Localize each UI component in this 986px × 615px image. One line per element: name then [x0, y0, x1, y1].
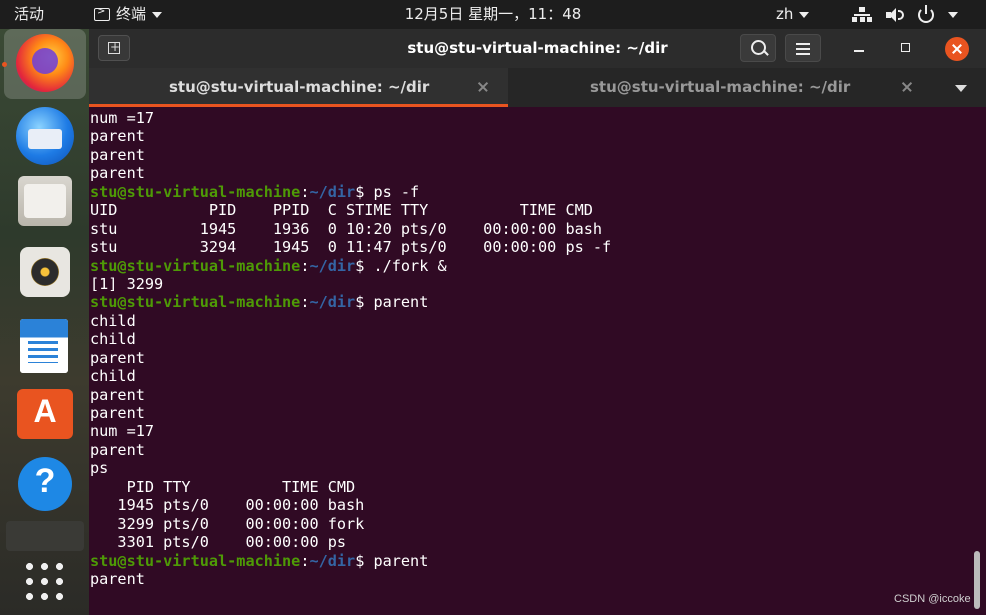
- close-button[interactable]: [945, 37, 969, 61]
- top-bar: 活动 终端 12月5日 星期一，11：48 zh: [0, 0, 986, 29]
- running-indicator: [2, 62, 7, 67]
- output-line: num =17: [90, 109, 155, 127]
- prompt-line: stu@stu-virtual-machine:~/dir$ ./fork &: [90, 257, 611, 275]
- watermark: CSDN @iccoke: [894, 593, 971, 605]
- power-icon: [918, 4, 934, 23]
- close-tab-icon[interactable]: [477, 81, 489, 93]
- drive-icon[interactable]: [6, 521, 84, 551]
- output-line: PID TTY TIME CMD: [90, 477, 356, 496]
- output-line: child: [90, 311, 136, 330]
- minimize-button[interactable]: [854, 41, 864, 53]
- ubuntu-software-icon[interactable]: [17, 389, 73, 439]
- input-method-label: zh: [776, 5, 794, 23]
- chevron-down-icon: [799, 11, 810, 18]
- chevron-down-icon: [948, 11, 958, 18]
- prompt-line: stu@stu-virtual-machine:~/dir$ ps -f: [90, 183, 611, 201]
- libreoffice-writer-icon[interactable]: [20, 319, 68, 373]
- search-button[interactable]: [740, 34, 776, 62]
- app-menu[interactable]: 终端: [94, 0, 163, 29]
- files-icon[interactable]: [18, 176, 72, 226]
- new-tab-button[interactable]: [98, 35, 130, 61]
- prompt-user: stu@stu-virtual-machine: [90, 256, 301, 275]
- rhythmbox-icon[interactable]: [20, 247, 70, 297]
- output-line: stu 3294 1945 0 11:47 pts/0 00:00:00 ps …: [90, 238, 612, 257]
- output-line: parent: [90, 127, 145, 146]
- tab-1[interactable]: stu@stu-virtual-machine: ~/dir: [89, 68, 508, 107]
- window-headerbar: stu@stu-virtual-machine: ~/dir: [89, 29, 986, 68]
- terminal-output: num =17 parent parent parent stu@stu-virtual…: [90, 109, 611, 588]
- command-text: $ parent: [355, 551, 429, 570]
- prompt-user: stu@stu-virtual-machine: [90, 551, 301, 570]
- maximize-button[interactable]: [901, 43, 910, 52]
- prompt-path: ~/dir: [309, 293, 356, 312]
- prompt-path: ~/dir: [309, 551, 356, 570]
- app-menu-label: 终端: [116, 5, 147, 23]
- tab-label: stu@stu-virtual-machine: ~/dir: [590, 78, 851, 96]
- output-line: 1945 pts/0 00:00:00 bash: [90, 496, 365, 515]
- output-line: parent: [90, 164, 145, 183]
- tab-list-menu-icon[interactable]: [955, 85, 967, 92]
- output-line: parent: [90, 145, 145, 164]
- output-line: parent: [90, 440, 145, 459]
- network-icon: [852, 6, 872, 23]
- output-line: [1] 3299: [90, 274, 164, 293]
- dock: [0, 29, 89, 615]
- show-applications-icon[interactable]: [22, 559, 66, 603]
- tab-2[interactable]: stu@stu-virtual-machine: ~/dir: [529, 68, 929, 107]
- output-line: child: [90, 330, 136, 349]
- tab-bar: stu@stu-virtual-machine: ~/dir stu@stu-v…: [89, 68, 986, 107]
- output-line: parent: [90, 385, 145, 404]
- output-line: UID PID PPID C STIME TTY TIME CMD: [90, 201, 593, 220]
- prompt-user: stu@stu-virtual-machine: [90, 182, 301, 201]
- window-title: stu@stu-virtual-machine: ~/dir: [407, 39, 668, 57]
- terminal-area[interactable]: num =17 parent parent parent stu@stu-virtual…: [89, 107, 986, 615]
- scrollbar[interactable]: [974, 551, 980, 609]
- hamburger-menu-button[interactable]: [785, 34, 821, 62]
- output-line: 3301 pts/0 00:00:00 ps: [90, 533, 347, 552]
- command-text: $ parent: [355, 293, 429, 312]
- output-line: 3299 pts/0 00:00:00 fork: [90, 514, 365, 533]
- activities-button[interactable]: 活动: [14, 0, 44, 29]
- terminal-icon: [94, 3, 110, 21]
- prompt-path: ~/dir: [309, 256, 356, 275]
- output-line: child: [90, 367, 136, 386]
- prompt-line: stu@stu-virtual-machine:~/dir$ parent: [90, 552, 611, 570]
- output-line: parent: [90, 348, 145, 367]
- command-text: $ ps -f: [355, 182, 420, 201]
- output-line: parent: [90, 569, 145, 588]
- help-icon[interactable]: [18, 457, 72, 511]
- output-line: parent: [90, 404, 145, 422]
- output-line: num =17: [90, 422, 155, 441]
- output-line: stu 1945 1936 0 10:20 pts/0 00:00:00 bas…: [90, 219, 603, 238]
- chevron-down-icon: [152, 11, 163, 18]
- firefox-icon[interactable]: [16, 34, 74, 92]
- input-method-menu[interactable]: zh: [776, 0, 810, 29]
- thunderbird-icon[interactable]: [16, 107, 74, 165]
- clock[interactable]: 12月5日 星期一，11：48: [405, 5, 582, 23]
- prompt-path: ~/dir: [309, 182, 356, 201]
- system-menu[interactable]: [852, 0, 958, 29]
- prompt-line: stu@stu-virtual-machine:~/dir$ parent: [90, 293, 611, 311]
- tab-label: stu@stu-virtual-machine: ~/dir: [169, 78, 430, 96]
- prompt-user: stu@stu-virtual-machine: [90, 293, 301, 312]
- output-line: ps: [90, 459, 109, 478]
- command-text: $ ./fork &: [355, 256, 447, 275]
- volume-icon: [886, 7, 904, 23]
- close-tab-icon[interactable]: [901, 81, 913, 93]
